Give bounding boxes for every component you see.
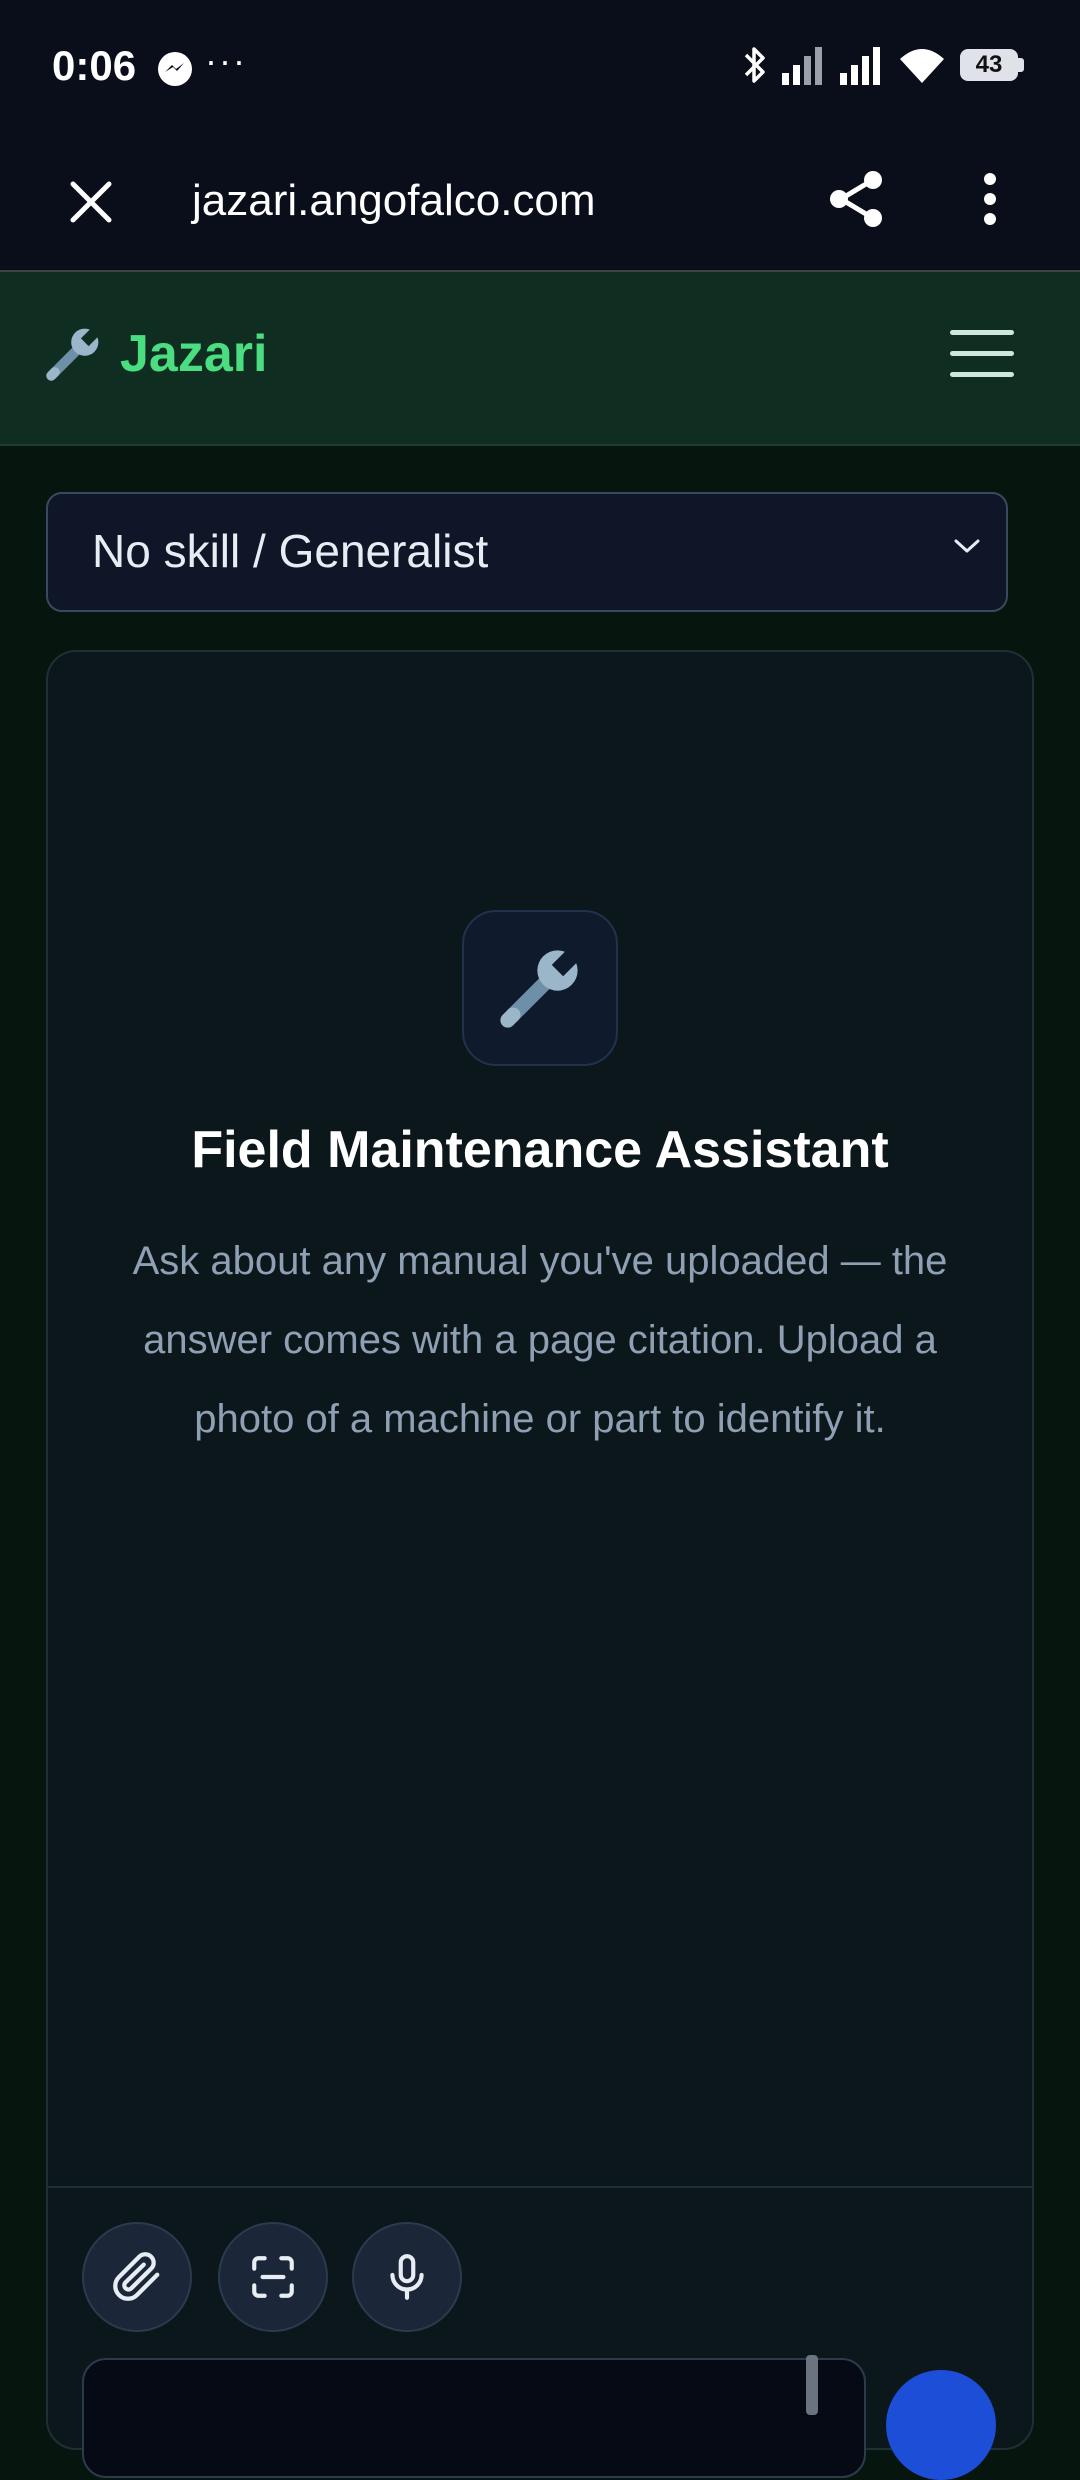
chat-panel: Field Maintenance Assistant Ask about an… xyxy=(46,650,1034,2478)
microphone-icon xyxy=(390,2254,424,2300)
url-bar[interactable]: jazari.angofalco.com xyxy=(192,165,596,237)
wrench-icon xyxy=(500,945,583,1028)
signal-icon xyxy=(840,47,880,85)
close-icon xyxy=(70,181,112,223)
bluetooth-icon xyxy=(744,47,765,83)
message-composer xyxy=(48,2186,1032,2478)
input-resize-handle[interactable] xyxy=(806,2355,818,2415)
attach-icon xyxy=(113,2252,160,2301)
chevron-down-icon xyxy=(954,539,980,553)
skill-select[interactable]: No skill / Generalist xyxy=(46,492,1008,612)
scan-icon xyxy=(252,2256,294,2298)
message-input[interactable] xyxy=(82,2358,866,2478)
battery-level: 43 xyxy=(960,49,1018,81)
messenger-icon xyxy=(158,52,192,86)
brand[interactable]: Jazari xyxy=(44,324,267,384)
status-bar: 0:06 ··· 43 xyxy=(0,0,1080,135)
battery-icon: 43 xyxy=(960,49,1024,81)
wrench-icon xyxy=(46,325,102,381)
attach-button[interactable] xyxy=(82,2222,192,2332)
empty-state-description: Ask about any manual you've uploaded — t… xyxy=(132,1239,948,1441)
assistant-avatar xyxy=(462,910,618,1066)
browser-toolbar: jazari.angofalco.com xyxy=(0,135,1080,272)
microphone-button[interactable] xyxy=(352,2222,462,2332)
send-button[interactable] xyxy=(886,2370,996,2480)
notification-overflow: ··· xyxy=(205,40,247,81)
more-vert-icon xyxy=(984,173,996,225)
empty-state-title: Field Maintenance Assistant xyxy=(191,1121,889,1179)
hamburger-menu-button[interactable] xyxy=(950,330,1014,386)
signal-icon xyxy=(782,47,822,85)
more-menu-button[interactable] xyxy=(960,163,1020,235)
close-button[interactable] xyxy=(58,169,124,235)
scan-button[interactable] xyxy=(218,2222,328,2332)
share-icon xyxy=(830,171,882,227)
skill-select-value: No skill / Generalist xyxy=(92,525,489,577)
share-button[interactable] xyxy=(820,163,892,235)
status-indicators: 43 xyxy=(742,44,1024,86)
app-header: Jazari xyxy=(0,272,1080,446)
wifi-icon xyxy=(900,49,944,83)
status-time: 0:06 xyxy=(52,42,137,89)
brand-name: Jazari xyxy=(120,325,268,383)
